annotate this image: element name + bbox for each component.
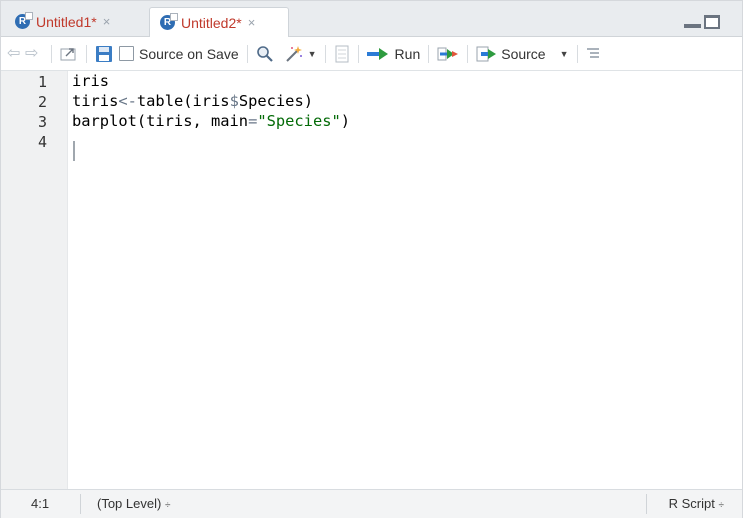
code-line-2[interactable]: tiris<-table(iris$Species) bbox=[72, 92, 313, 110]
minimize-icon[interactable] bbox=[684, 24, 701, 28]
tab-label: Untitled2* bbox=[181, 14, 242, 31]
document-outline-icon[interactable] bbox=[586, 47, 600, 60]
run-button[interactable]: Run bbox=[366, 45, 421, 62]
r-file-icon: R bbox=[160, 13, 178, 30]
updown-icon: ÷ bbox=[718, 500, 725, 511]
source-label: Source bbox=[501, 45, 546, 62]
source-dropdown-icon[interactable]: ▼ bbox=[560, 49, 569, 59]
back-arrow-icon[interactable]: ⇦ bbox=[7, 45, 25, 61]
code-token: Species) bbox=[238, 92, 313, 110]
scope-selector[interactable]: (Top Level) ÷ bbox=[97, 496, 170, 511]
save-icon[interactable] bbox=[95, 45, 113, 63]
code-token: table(iris bbox=[136, 92, 230, 110]
divider bbox=[576, 44, 578, 63]
line-number: 2 bbox=[37, 93, 47, 111]
tab-untitled2[interactable]: R Untitled2* × bbox=[149, 7, 289, 37]
code-token: tiris bbox=[72, 92, 119, 110]
cursor-position: 4:1 bbox=[31, 496, 50, 511]
line-number: 4 bbox=[37, 133, 47, 151]
text-cursor bbox=[73, 141, 75, 161]
close-tab-icon[interactable]: × bbox=[103, 14, 111, 29]
source-on-save-label: Source on Save bbox=[139, 45, 239, 62]
code-token: iris bbox=[72, 72, 110, 90]
source-on-save-checkbox[interactable]: Source on Save bbox=[119, 46, 239, 62]
close-tab-icon[interactable]: × bbox=[248, 15, 256, 30]
line-number: 1 bbox=[37, 73, 47, 91]
divider bbox=[467, 44, 469, 63]
dollar-operator: $ bbox=[229, 92, 239, 110]
run-arrow-icon bbox=[366, 47, 391, 60]
line-number-gutter: 1 2 3 4 bbox=[1, 71, 68, 489]
forward-arrow-icon[interactable]: ⇨ bbox=[25, 45, 43, 61]
run-label: Run bbox=[394, 45, 421, 62]
divider bbox=[86, 44, 87, 63]
editor-toolbar: ⇦ ⇨ Source on Save ▼ Run Source ▼ bbox=[1, 37, 742, 71]
assign-operator: <- bbox=[118, 92, 137, 110]
equals-operator: = bbox=[248, 112, 258, 130]
code-line-1[interactable]: iris bbox=[72, 72, 109, 90]
rerun-icon[interactable] bbox=[437, 46, 459, 62]
string-literal: "Species" bbox=[257, 112, 341, 130]
code-token: barplot(tiris, main bbox=[72, 112, 249, 130]
tab-untitled1[interactable]: R Untitled1* × bbox=[5, 7, 146, 36]
divider bbox=[357, 44, 359, 63]
divider bbox=[646, 494, 647, 514]
code-token: ) bbox=[340, 112, 351, 130]
maximize-icon[interactable] bbox=[704, 15, 720, 29]
compile-report-icon[interactable] bbox=[334, 45, 350, 63]
chevron-down-icon[interactable]: ▼ bbox=[308, 49, 317, 59]
checkbox-box[interactable] bbox=[119, 46, 134, 61]
scope-label: (Top Level) bbox=[97, 496, 162, 511]
r-file-icon: R bbox=[15, 12, 33, 29]
code-line-3[interactable]: barplot(tiris, main="Species") bbox=[72, 112, 350, 130]
divider bbox=[324, 44, 326, 63]
updown-icon: ÷ bbox=[164, 500, 171, 511]
source-button[interactable]: Source bbox=[476, 45, 546, 62]
window-controls bbox=[684, 15, 720, 29]
code-editor[interactable]: 1 2 3 4 iris tiris<-table(iris$Species) … bbox=[1, 71, 742, 489]
tab-bar: R Untitled1* × R Untitled2* × bbox=[1, 1, 742, 37]
file-type-selector[interactable]: R Script ÷ bbox=[669, 496, 724, 511]
search-icon[interactable] bbox=[256, 45, 274, 63]
code-tools-wand-icon[interactable]: ▼ bbox=[284, 44, 317, 64]
show-in-window-icon[interactable] bbox=[60, 46, 78, 62]
divider bbox=[80, 494, 81, 514]
divider bbox=[51, 44, 52, 63]
editor-window: R Untitled1* × R Untitled2* × ⇦ ⇨ Source… bbox=[0, 0, 743, 518]
tab-label: Untitled1* bbox=[36, 13, 97, 30]
file-type-label: R Script bbox=[668, 496, 715, 511]
divider bbox=[246, 44, 248, 63]
status-bar: 4:1 (Top Level) ÷ R Script ÷ bbox=[1, 489, 742, 518]
divider bbox=[428, 44, 430, 63]
line-number: 3 bbox=[37, 113, 47, 131]
